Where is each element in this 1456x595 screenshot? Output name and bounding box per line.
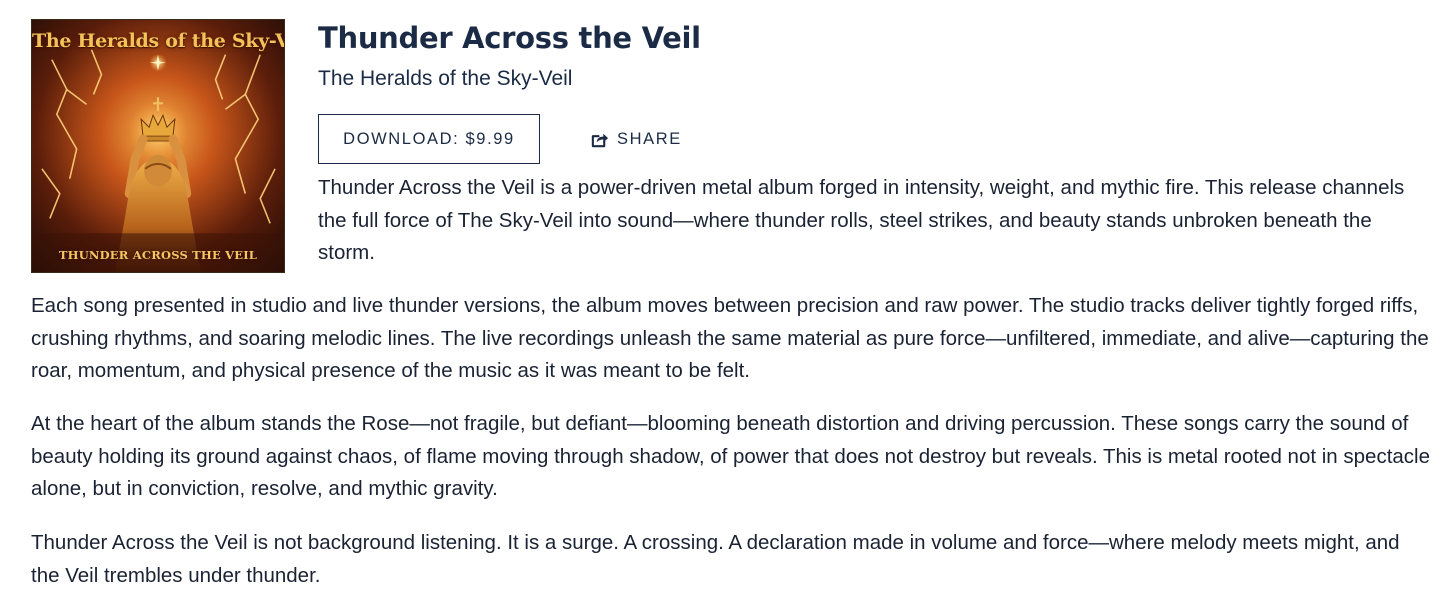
description-paragraph: At the heart of the album stands the Ros… (31, 412, 1431, 500)
share-square-icon (590, 130, 609, 149)
share-label: SHARE (617, 129, 682, 148)
cover-band-name: The Heralds of the Sky-Veil (32, 30, 284, 52)
artist-name[interactable]: The Heralds of the Sky-Veil (318, 67, 572, 91)
album-cover-image[interactable]: The Heralds of the Sky-Veil THUNDER ACRO… (31, 19, 285, 273)
album-intro-text: Thunder Across the Veil is a power-drive… (318, 176, 1405, 264)
share-button[interactable]: SHARE (590, 126, 682, 152)
description-paragraph: Thunder Across the Veil is not backgroun… (31, 531, 1400, 587)
album-cover-artwork (32, 20, 284, 272)
album-title: Thunder Across the Veil (318, 21, 701, 55)
description-paragraph: Each song presented in studio and live t… (31, 294, 1429, 382)
download-button[interactable]: DOWNLOAD: $9.99 (318, 114, 540, 164)
cover-album-name: THUNDER ACROSS THE VEIL (58, 248, 258, 262)
album-page: The Heralds of the Sky-Veil THUNDER ACRO… (0, 0, 1456, 595)
